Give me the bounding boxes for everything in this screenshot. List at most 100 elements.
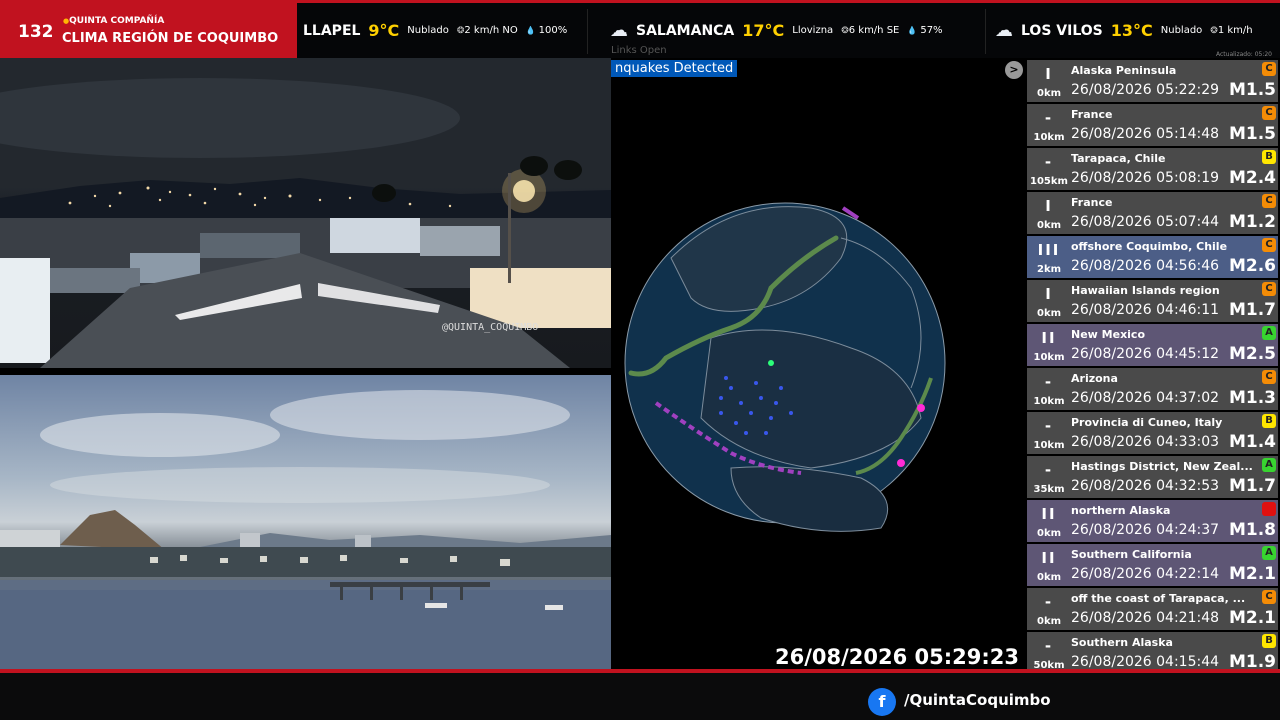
intensity-bars: II xyxy=(1041,549,1057,567)
list-item[interactable]: I 0km Alaska Peninsula 26/08/2026 05:22:29 M… xyxy=(1027,60,1278,102)
condition: Llovizna xyxy=(792,25,834,36)
quake-time: 26/08/2026 04:33:03 xyxy=(1071,434,1220,450)
intensity-bars: III xyxy=(1037,241,1061,259)
intensity-bars: - xyxy=(1044,637,1054,655)
quake-magnitude: M2.5 xyxy=(1228,344,1276,364)
quake-depth: 35km xyxy=(1033,484,1065,495)
quake-time: 26/08/2026 04:56:46 xyxy=(1071,258,1220,274)
quake-magnitude: M1.4 xyxy=(1228,432,1276,452)
footer-bar: f /QuintaCoquimbo xyxy=(0,669,1280,720)
list-item[interactable]: - 10km Arizona 26/08/2026 04:37:02 M1.3 C xyxy=(1027,368,1278,410)
quake-depth: 10km xyxy=(1033,396,1065,407)
ticker-divider xyxy=(587,9,588,54)
city-name: SALAMANCA xyxy=(636,22,735,39)
quake-location: Southern Alaska xyxy=(1071,636,1173,649)
quake-time: 26/08/2026 04:46:11 xyxy=(1071,302,1220,318)
humidity: 57% xyxy=(907,25,942,36)
earthquake-list: I 0km Alaska Peninsula 26/08/2026 05:22:29 M… xyxy=(1025,58,1280,674)
facebook-icon[interactable]: f xyxy=(868,688,896,716)
ticker-divider xyxy=(985,9,986,54)
quake-magnitude: M1.3 xyxy=(1228,388,1276,408)
quake-location: Arizona xyxy=(1071,372,1118,385)
map-next-button[interactable]: > xyxy=(1005,61,1023,79)
weather-item: LLAPEL 9°C Nublado 2 km/h NO 100% xyxy=(303,3,567,58)
source-badge: A xyxy=(1262,458,1276,472)
quake-time: 26/08/2026 04:32:53 xyxy=(1071,478,1220,494)
source-badge: C xyxy=(1262,370,1276,384)
earthquake-map-panel: Links Open nquakes Detected > 26/08/2026… xyxy=(611,45,1025,669)
list-item[interactable]: -50km Southern Alaska 26/08/2026 04:15:44 M… xyxy=(1027,632,1278,674)
quake-magnitude: M1.5 xyxy=(1228,124,1276,144)
earth-globe xyxy=(624,202,946,532)
quake-magnitude: M1.7 xyxy=(1228,300,1276,320)
source-badge: B xyxy=(1262,634,1276,648)
quake-time: 26/08/2026 05:14:48 xyxy=(1071,126,1220,142)
list-item[interactable]: III 2km offshore Coquimbo, Chile 26/08/2026… xyxy=(1027,236,1278,278)
facebook-handle[interactable]: /QuintaCoquimbo xyxy=(904,691,1051,709)
list-item[interactable]: - 10km France 26/08/2026 05:14:48 M1.5 C xyxy=(1027,104,1278,146)
list-item[interactable]: I 0km France 26/08/2026 05:07:44 M1.2 C xyxy=(1027,192,1278,234)
quake-magnitude: M1.2 xyxy=(1228,212,1276,232)
city-name: LOS VILOS xyxy=(1021,22,1103,39)
source-badge: C xyxy=(1262,282,1276,296)
wind-speed: 2 km/h NO xyxy=(457,25,517,36)
source-badge: C xyxy=(1262,62,1276,76)
city-name: LLAPEL xyxy=(303,22,361,39)
quake-magnitude: M2.1 xyxy=(1228,608,1276,628)
quake-location: northern Alaska xyxy=(1071,504,1171,517)
quake-depth: 0km xyxy=(1036,308,1062,319)
quake-magnitude: M1.7 xyxy=(1228,476,1276,496)
quakes-detected-banner: nquakes Detected xyxy=(611,60,738,77)
quake-time: 26/08/2026 04:15:44 xyxy=(1071,654,1220,670)
camera-feed-harbor xyxy=(0,375,611,669)
wind-speed: 1 km/h xyxy=(1210,25,1253,36)
brand-title: CLIMA REGIÓN DE COQUIMBO xyxy=(62,31,279,46)
brand-subtitle: QUINTA COMPAÑÍA xyxy=(63,16,164,26)
humidity: 100% xyxy=(526,25,568,36)
list-item[interactable]: - 35km Hastings District, New Zeal... 26/08… xyxy=(1027,456,1278,498)
quake-magnitude: M2.6 xyxy=(1228,256,1276,276)
source-badge xyxy=(1262,502,1276,516)
list-item[interactable]: II 10km New Mexico 26/08/2026 04:45:12 M2.5 A xyxy=(1027,324,1278,366)
intensity-bars: - xyxy=(1044,373,1054,391)
quake-depth: 0km xyxy=(1036,220,1062,231)
intensity-bars: - xyxy=(1044,109,1054,127)
source-badge: C xyxy=(1262,106,1276,120)
quake-location: offshore Coquimbo, Chile xyxy=(1071,240,1228,253)
quake-time: 26/08/2026 04:22:14 xyxy=(1071,566,1220,582)
quake-location: Alaska Peninsula xyxy=(1071,64,1177,77)
intensity-bars: - xyxy=(1044,593,1054,611)
quake-location: Hawaiian Islands region xyxy=(1071,284,1220,297)
quake-location: off the coast of Tarapaca, ... xyxy=(1071,592,1246,605)
camera-watermark: @QUINTA_COQUIMBO xyxy=(442,322,539,333)
condition: Nublado xyxy=(1160,25,1203,36)
list-item[interactable]: II 0km Southern California 26/08/2026 04:22… xyxy=(1027,544,1278,586)
source-badge: C xyxy=(1262,238,1276,252)
source-badge: A xyxy=(1262,546,1276,560)
list-item[interactable]: II 0km northern Alaska 26/08/2026 04:24:37 M… xyxy=(1027,500,1278,542)
quake-location: France xyxy=(1071,108,1113,121)
list-item[interactable]: - 0km off the coast of Tarapaca, ... 26/08/… xyxy=(1027,588,1278,630)
map-clock: 26/08/2026 05:29:23 xyxy=(774,645,1019,669)
list-item[interactable]: - 10km Provincia di Cuneo, Italy 26/08/2026… xyxy=(1027,412,1278,454)
quake-depth: 10km xyxy=(1033,352,1065,363)
channel-brand: 132 QUINTA COMPAÑÍA CLIMA REGIÓN DE COQU… xyxy=(0,3,297,58)
list-item[interactable]: I 0km Hawaiian Islands region 26/08/2026 04… xyxy=(1027,280,1278,322)
list-item[interactable]: - 105km Tarapaca, Chile 26/08/2026 05:08:19… xyxy=(1027,148,1278,190)
source-badge: A xyxy=(1262,326,1276,340)
weather-ticker: LLAPEL 9°C Nublado 2 km/h NO 100% ☁ SALA… xyxy=(297,3,1280,58)
quake-depth: 10km xyxy=(1033,132,1065,143)
weather-item: ☁ LOS VILOS 13°C Nublado 1 km/h xyxy=(995,3,1253,58)
temperature: 13°C xyxy=(1110,21,1153,40)
updated-label: Actualizado: 05:20 xyxy=(1216,51,1272,58)
cloud-icon: ☁ xyxy=(995,20,1013,41)
live-broadcast-screen: 132 QUINTA COMPAÑÍA CLIMA REGIÓN DE COQU… xyxy=(0,0,1280,720)
camera-feed-night: @QUINTA_COQUIMBO xyxy=(0,58,611,368)
quake-time: 26/08/2026 05:22:29 xyxy=(1071,82,1220,98)
harbor-view xyxy=(0,390,611,669)
source-badge: C xyxy=(1262,194,1276,208)
map-hint: Links Open xyxy=(611,45,667,56)
intensity-bars: I xyxy=(1045,197,1053,215)
quake-depth: 0km xyxy=(1036,88,1062,99)
quake-location: Hastings District, New Zeal... xyxy=(1071,460,1253,473)
